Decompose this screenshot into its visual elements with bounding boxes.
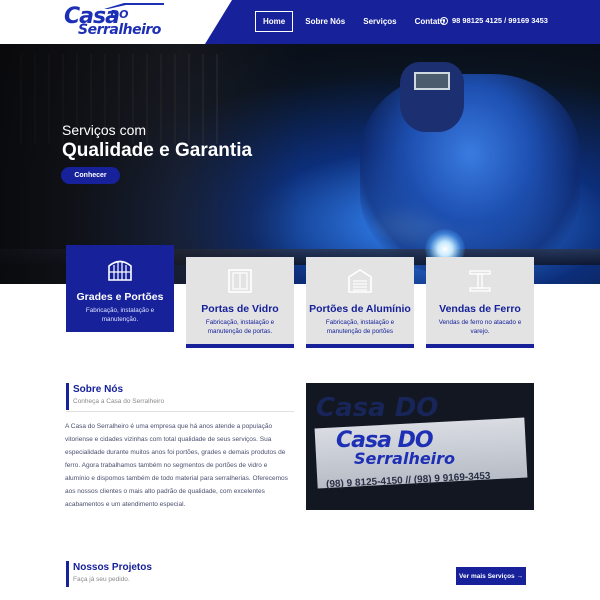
service-desc: Fabricação, instalação e manutenção de p… [205,319,275,335]
hero-welder-figure [360,74,580,274]
about-subtitle: Conheça a Casa do Serralheiro [73,398,165,405]
garage-door-icon [348,269,372,293]
about-text: A Casa do Serralheiro é uma empresa que … [65,423,288,508]
projects-subtitle: Faça já seu pedido. [73,576,130,583]
service-desc: Fabricação, instalação e manutenção. [85,307,155,323]
about-image-sign-top: Casa DO [316,393,439,423]
logo-word-do: DO [110,8,129,21]
phone-number: 98 98125 4125 / 99169 3453 [452,16,548,25]
about-image: Casa DO Casa DO Serralheiro (98) 9 8125-… [306,383,534,510]
whatsapp-icon [440,16,448,25]
service-title: Vendas de Ferro [439,303,521,315]
service-title: Portões de Alumínio [309,303,411,315]
service-desc: Vendas de ferro no atacado e varejo. [438,319,522,335]
about-image-brand-serralheiro: Serralheiro [354,449,456,468]
site-header: Casa DO Serralheiro Home Sobre Nós Servi… [0,0,600,44]
hero-title: Qualidade e Garantia [62,140,253,161]
site-logo[interactable]: Casa DO Serralheiro [64,3,184,38]
about-title: Sobre Nós [73,384,124,395]
gate-icon [108,260,132,281]
nav-home[interactable]: Home [255,10,294,32]
about-divider [66,411,294,412]
service-desc: Fabricação, instalação e manutenção de p… [325,319,395,335]
nav-servicos[interactable]: Serviços [357,11,402,32]
iron-beam-icon [469,270,491,292]
service-card-vendas-ferro[interactable]: Vendas de Ferro Vendas de ferro no ataca… [426,257,534,348]
service-card-grades[interactable]: Grades e Portões Fabricação, instalação … [66,245,174,332]
service-title: Grades e Portões [76,291,164,303]
hero-subtitle: Serviços com [62,122,147,138]
projects-accent-bar [66,561,69,587]
glass-door-icon [228,269,252,293]
about-accent-bar [66,383,69,410]
logo-word-serralheiro: Serralheiro [78,22,161,38]
projects-title: Nossos Projetos [73,562,152,573]
hero-welder-visor [414,72,450,90]
main-nav: Home Sobre Nós Serviços Contato [255,10,457,32]
more-services-button[interactable]: Ver mais Serviços → [456,567,526,585]
service-title: Portas de Vidro [201,303,279,315]
hero-cta-button[interactable]: Conhecer [61,167,120,184]
service-card-portas-vidro[interactable]: Portas de Vidro Fabricação, instalação e… [186,257,294,348]
service-card-portoes-aluminio[interactable]: Portões de Alumínio Fabricação, instalaç… [306,257,414,348]
nav-sobre-nos[interactable]: Sobre Nós [299,11,351,32]
header-phone[interactable]: 98 98125 4125 / 99169 3453 [440,16,548,25]
